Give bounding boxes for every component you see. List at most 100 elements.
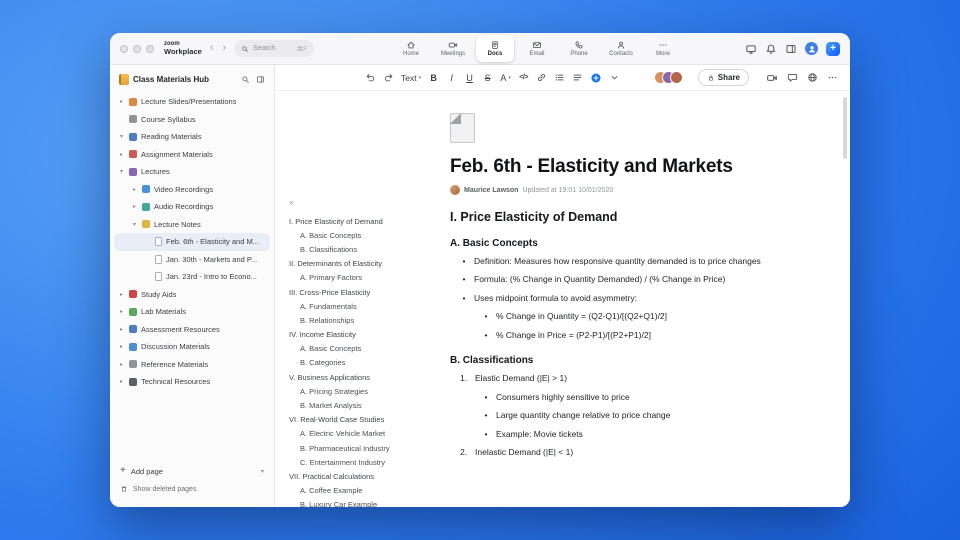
sidebar-item[interactable]: ▸ Video Recordings — [114, 181, 270, 199]
sidebar-item[interactable]: ▸ Audio Recordings — [114, 198, 270, 216]
share-button[interactable]: Share — [697, 69, 749, 86]
toc-item[interactable]: VI. Real-World Case Studies — [289, 413, 441, 427]
toc-item[interactable]: A. Primary Factors — [289, 271, 441, 285]
nav-back-button[interactable]: ‹ — [209, 43, 215, 54]
chevron-right-icon[interactable]: ▸ — [131, 203, 138, 210]
chevron-right-icon[interactable]: ▸ — [118, 151, 125, 158]
chevron-right-icon[interactable]: ▸ — [131, 186, 138, 193]
undo-button[interactable] — [365, 70, 376, 86]
toc-item[interactable]: A. Pricing Strategies — [289, 384, 441, 398]
toc-item[interactable]: A. Basic Concepts — [289, 228, 441, 242]
sidebar-item[interactable]: ▸ Lab Materials — [114, 303, 270, 321]
bold-button[interactable]: B — [428, 70, 439, 86]
toolbar-collapse-button[interactable] — [609, 70, 620, 86]
add-page-button[interactable]: + Add page ▾ — [120, 463, 264, 479]
sidebar-collapse-icon[interactable] — [256, 75, 265, 84]
doc-bullet-item[interactable]: • Uses midpoint formula to avoid asymmetr… — [450, 293, 824, 304]
toc-item[interactable]: A. Coffee Example — [289, 484, 441, 498]
chevron-down-icon[interactable]: ▾ — [118, 168, 125, 175]
bullet-list-button[interactable] — [554, 70, 565, 86]
chevron-right-icon[interactable]: ▸ — [118, 308, 125, 315]
chevron-down-icon[interactable]: ▾ — [131, 221, 138, 228]
doc-numbered-item[interactable]: 1. Elastic Demand (|E| > 1) — [450, 373, 824, 384]
document-body[interactable]: I. Price Elasticity of Demand A. Basic Co… — [450, 210, 824, 459]
code-button[interactable]: </> — [518, 70, 529, 86]
doc-bullet-item[interactable]: •% Change in Quantity = (Q2-Q1)/[(Q2+Q1)… — [450, 311, 824, 322]
doc-heading[interactable]: I. Price Elasticity of Demand — [450, 210, 824, 224]
minimize-window-button[interactable] — [133, 44, 141, 53]
tab-meetings[interactable]: Meetings — [434, 35, 472, 62]
sidebar-item[interactable]: ▸ Lecture Slides/Presentations — [114, 93, 270, 111]
collaborator-avatar[interactable] — [669, 71, 683, 84]
italic-button[interactable]: I — [446, 70, 457, 86]
toc-item[interactable]: III. Cross-Price Elasticity — [289, 285, 441, 299]
chevron-down-icon[interactable]: ▾ — [118, 133, 125, 140]
link-button[interactable] — [536, 70, 547, 86]
text-color-button[interactable]: A ▾ — [500, 70, 511, 86]
doc-bullet-item[interactable]: • Large quantity change relative to price… — [450, 410, 824, 421]
doc-heading[interactable]: B. Classifications — [450, 355, 824, 366]
doc-bullet-item[interactable]: • Example: Movie tickets — [450, 429, 824, 440]
chevron-right-icon[interactable]: ▸ — [118, 98, 125, 105]
video-icon[interactable] — [766, 72, 778, 84]
sidebar-item[interactable]: Jan. 23rd - Intro to Econo... — [114, 268, 270, 286]
doc-heading[interactable]: A. Basic Concepts — [450, 238, 824, 249]
doc-bullet-item[interactable]: • Formula: (% Change in Quantity Demanded… — [450, 274, 824, 285]
chevron-right-icon[interactable]: ▸ — [118, 326, 125, 333]
sidebar-item[interactable]: Feb. 6th - Elasticity and M... — [114, 233, 270, 251]
toc-item[interactable]: B. Categories — [289, 356, 441, 370]
panel-toggle-icon[interactable] — [785, 43, 797, 55]
doc-bullet-item[interactable]: • Consumers highly sensitive to price — [450, 392, 824, 403]
toc-item[interactable]: V. Business Applications — [289, 370, 441, 384]
chevron-right-icon[interactable]: ▸ — [118, 378, 125, 385]
sidebar-item[interactable]: ▸ Study Aids — [114, 286, 270, 304]
toc-item[interactable]: B. Classifications — [289, 242, 441, 256]
sidebar-item[interactable]: ▾ Reading Materials — [114, 128, 270, 146]
nav-forward-button[interactable]: › — [221, 43, 227, 54]
chevron-right-icon[interactable]: ▸ — [118, 291, 125, 298]
toc-item[interactable]: B. Market Analysis — [289, 398, 441, 412]
sidebar-item[interactable]: ▸ Reference Materials — [114, 356, 270, 374]
toc-item[interactable]: B. Pharmaceutical Industry — [289, 441, 441, 455]
toc-collapse-icon[interactable]: « — [289, 197, 441, 207]
tab-phone[interactable]: Phone — [560, 35, 598, 62]
sidebar-item[interactable]: ▾ Lectures — [114, 163, 270, 181]
tab-more[interactable]: More — [644, 35, 682, 62]
user-avatar[interactable] — [805, 42, 818, 55]
sidebar-item[interactable]: Jan. 30th - Markets and P... — [114, 251, 270, 269]
underline-button[interactable]: U — [464, 70, 475, 86]
toc-item[interactable]: B. Relationships — [289, 313, 441, 327]
tab-docs[interactable]: Docs — [476, 35, 514, 62]
more-options-icon[interactable] — [827, 72, 838, 83]
toc-item[interactable]: A. Fundamentals — [289, 299, 441, 313]
tab-home[interactable]: Home — [392, 35, 430, 62]
toc-item[interactable]: I. Price Elasticity of Demand — [289, 214, 441, 228]
sidebar-item[interactable]: ▸ Assessment Resources — [114, 321, 270, 339]
devices-icon[interactable] — [745, 43, 757, 55]
sidebar-item[interactable]: Course Syllabus — [114, 111, 270, 129]
zoom-window-button[interactable] — [146, 44, 154, 53]
doc-numbered-item[interactable]: 2. Inelastic Demand (|E| < 1) — [450, 447, 824, 458]
new-button[interactable]: + — [826, 41, 840, 56]
sidebar-item[interactable]: ▸ Discussion Materials — [114, 338, 270, 356]
tab-email[interactable]: Email — [518, 35, 556, 62]
show-deleted-pages-button[interactable]: Show deleted pages — [120, 481, 264, 497]
publish-globe-icon[interactable] — [807, 72, 818, 83]
doc-bullet-item[interactable]: • Definition: Measures how responsive qua… — [450, 256, 824, 267]
scrollbar[interactable] — [843, 97, 847, 159]
tab-contacts[interactable]: Contacts — [602, 35, 640, 62]
redo-button[interactable] — [383, 70, 394, 86]
strikethrough-button[interactable]: S — [482, 70, 493, 86]
document-title[interactable]: Feb. 6th - Elasticity and Markets — [450, 156, 824, 178]
close-window-button[interactable] — [120, 44, 128, 53]
notifications-icon[interactable] — [765, 43, 777, 55]
toc-item[interactable]: IV. Income Elasticity — [289, 328, 441, 342]
sidebar-item[interactable]: ▸ Assignment Materials — [114, 146, 270, 164]
sidebar-item[interactable]: ▾ Lecture Notes — [114, 216, 270, 234]
insert-button[interactable] — [590, 70, 602, 86]
align-button[interactable] — [572, 70, 583, 86]
sidebar-search-icon[interactable] — [241, 75, 250, 84]
toc-item[interactable]: A. Electric Vehicle Market — [289, 427, 441, 441]
doc-bullet-item[interactable]: •% Change in Price = (P2-P1)/[(P2+P1)/2] — [450, 330, 824, 341]
add-page-collapse-icon[interactable]: ▾ — [261, 468, 264, 475]
